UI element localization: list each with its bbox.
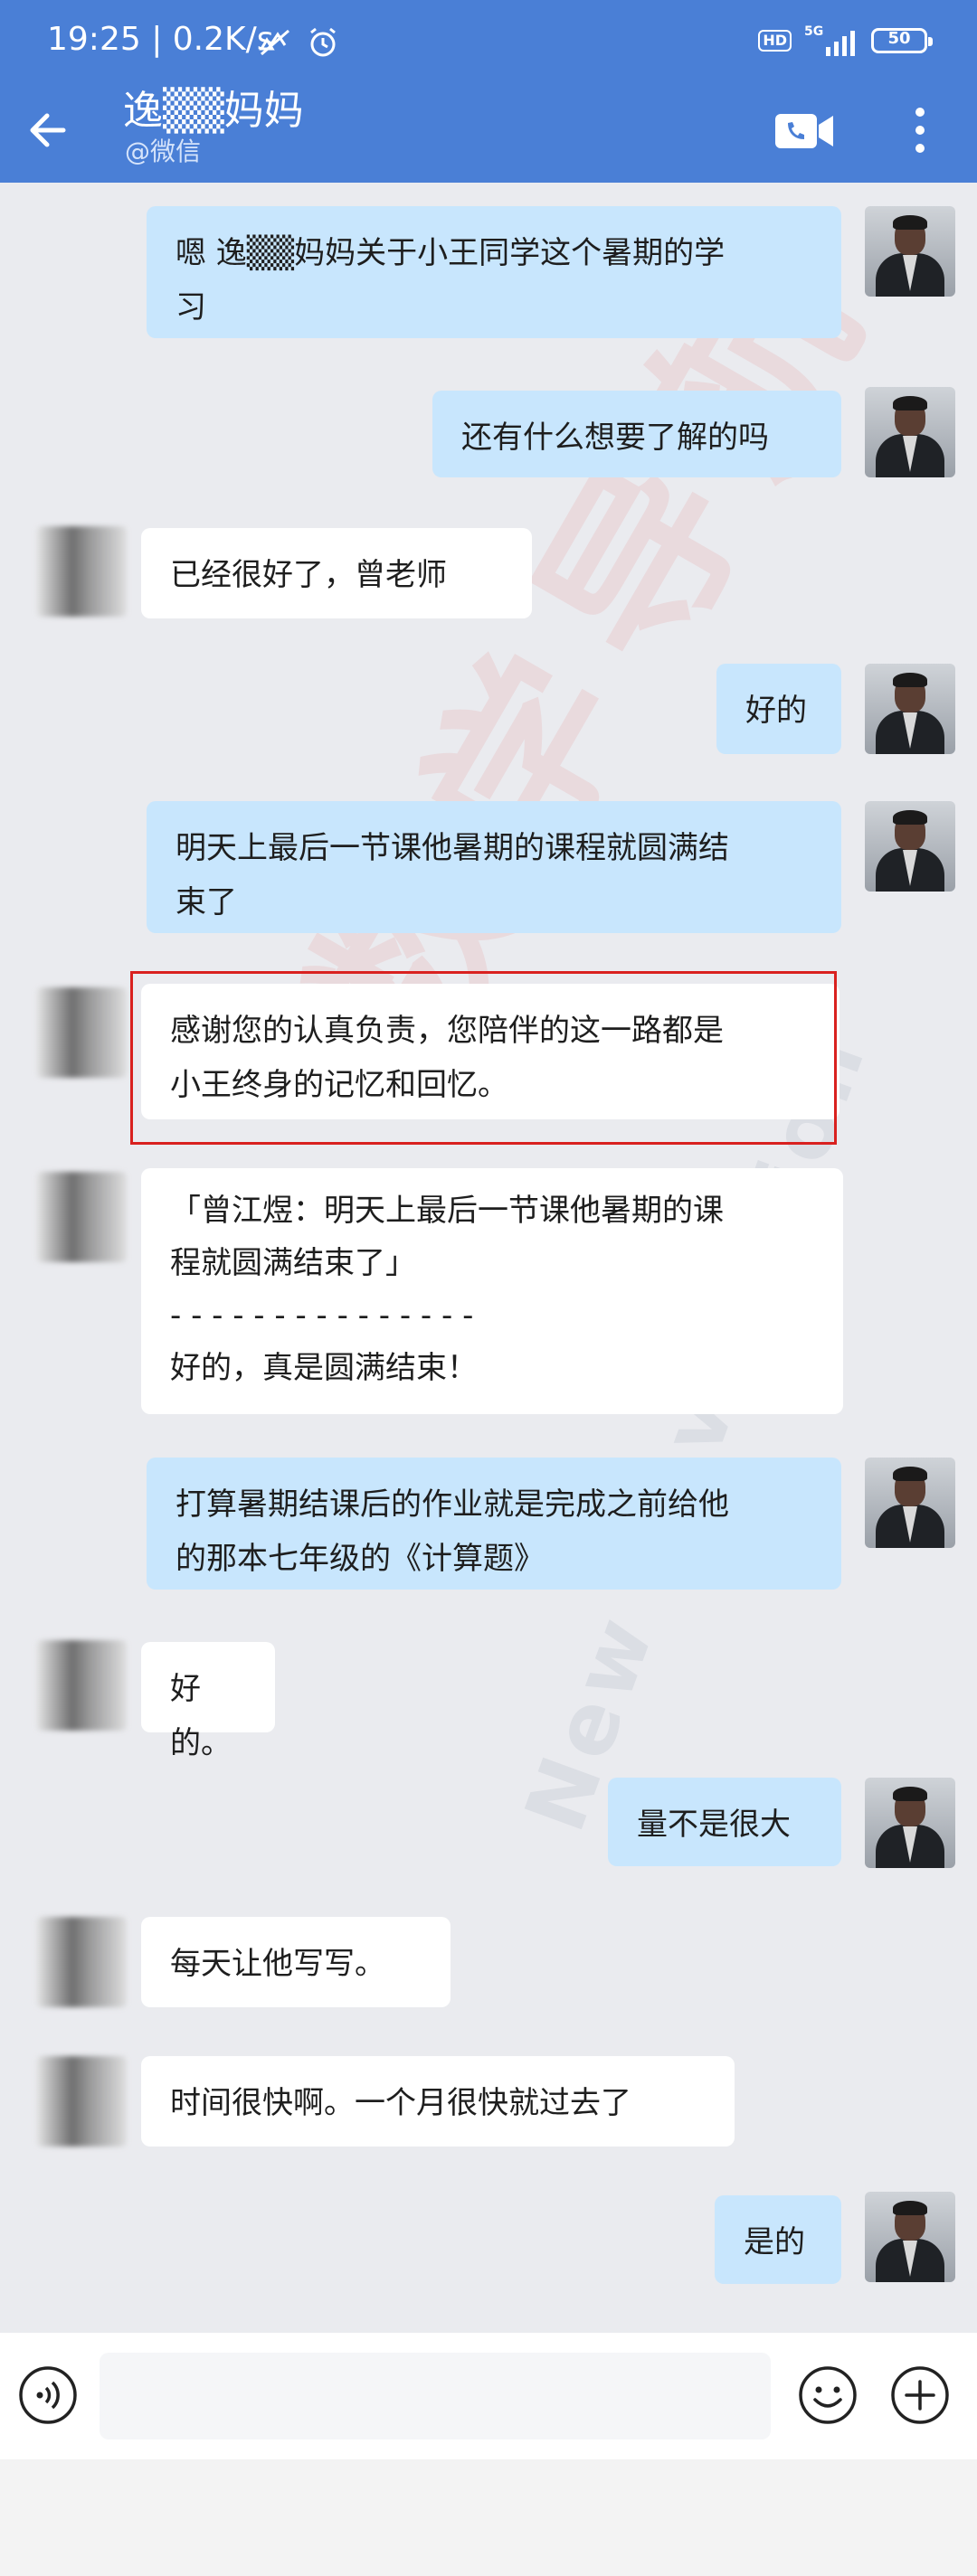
contact-name: 逸▒▒妈妈	[123, 88, 304, 134]
my-avatar[interactable]	[865, 2192, 955, 2282]
message-bubble-me[interactable]: 好的	[716, 664, 841, 754]
plus-icon[interactable]	[890, 2365, 950, 2425]
highlight-box	[130, 971, 837, 1145]
message-bubble-me[interactable]: 是的	[715, 2195, 841, 2284]
contact-avatar[interactable]	[36, 1640, 127, 1731]
signal-icon: 5G	[804, 25, 858, 56]
status-bar: 19:25 | 0.2K/s HD 5G 50	[0, 0, 977, 81]
alarm-icon	[310, 27, 336, 57]
message-bubble-me[interactable]: 量不是很大	[608, 1778, 841, 1866]
message-bubble-them[interactable]: 好的。	[141, 1642, 275, 1761]
hd-badge: HD	[758, 30, 792, 52]
chat-area[interactable]: 数学导航 New Navigation 嗯 逸▒▒妈妈关于小王同学这个暑期的学 …	[0, 183, 977, 2333]
network-speed: | 0.2K/s	[151, 21, 274, 58]
message-bubble-quote[interactable]: 「曾江煜：明天上最后一节课他暑期的课 程就圆满结束了」 - - - - - - …	[141, 1168, 843, 1414]
voice-input-icon[interactable]	[18, 2365, 78, 2425]
my-avatar[interactable]	[865, 1458, 955, 1548]
my-avatar[interactable]	[865, 801, 955, 892]
contact-avatar[interactable]	[36, 1917, 127, 2007]
my-avatar[interactable]	[865, 664, 955, 754]
message-bubble-me[interactable]: 打算暑期结课后的作业就是完成之前给他 的那本七年级的《计算题》	[147, 1458, 841, 1590]
network-label: 5G	[804, 24, 824, 39]
message-bubble-me[interactable]: 明天上最后一节课他暑期的课程就圆满结 束了	[147, 801, 841, 933]
contact-source: @微信	[125, 137, 202, 166]
status-time: 19:25 | 0.2K/s	[47, 20, 274, 60]
back-arrow-icon[interactable]	[24, 101, 81, 159]
message-bubble-them[interactable]: 时间很快啊。一个月很快就过去了	[141, 2056, 735, 2147]
battery-icon: 50	[871, 28, 933, 53]
contact-avatar[interactable]	[36, 987, 127, 1078]
message-input[interactable]	[100, 2353, 771, 2439]
message-bubble-me[interactable]: 嗯 逸▒▒妈妈关于小王同学这个暑期的学 习	[147, 206, 841, 338]
emoji-icon[interactable]	[798, 2365, 858, 2425]
message-bubble-them[interactable]: 已经很好了，曾老师	[141, 528, 532, 618]
my-avatar[interactable]	[865, 387, 955, 477]
battery-level: 50	[887, 29, 911, 48]
keyboard-area	[0, 2459, 977, 2576]
my-avatar[interactable]	[865, 206, 955, 297]
contact-avatar[interactable]	[36, 526, 127, 617]
message-bubble-them[interactable]: 每天让他写写。	[141, 1917, 451, 2007]
my-avatar[interactable]	[865, 1778, 955, 1868]
input-bar	[0, 2333, 977, 2459]
chat-header: 逸▒▒妈妈 @微信	[0, 81, 977, 183]
signal-bars-icon	[826, 31, 855, 56]
message-bubble-me[interactable]: 还有什么想要了解的吗	[432, 391, 841, 477]
video-call-icon[interactable]	[773, 109, 837, 154]
status-clock: 19:25	[47, 21, 141, 58]
contact-avatar[interactable]	[36, 1172, 127, 1262]
more-options-icon[interactable]	[905, 101, 935, 159]
mute-icon	[259, 29, 289, 56]
contact-avatar[interactable]	[36, 2056, 127, 2147]
